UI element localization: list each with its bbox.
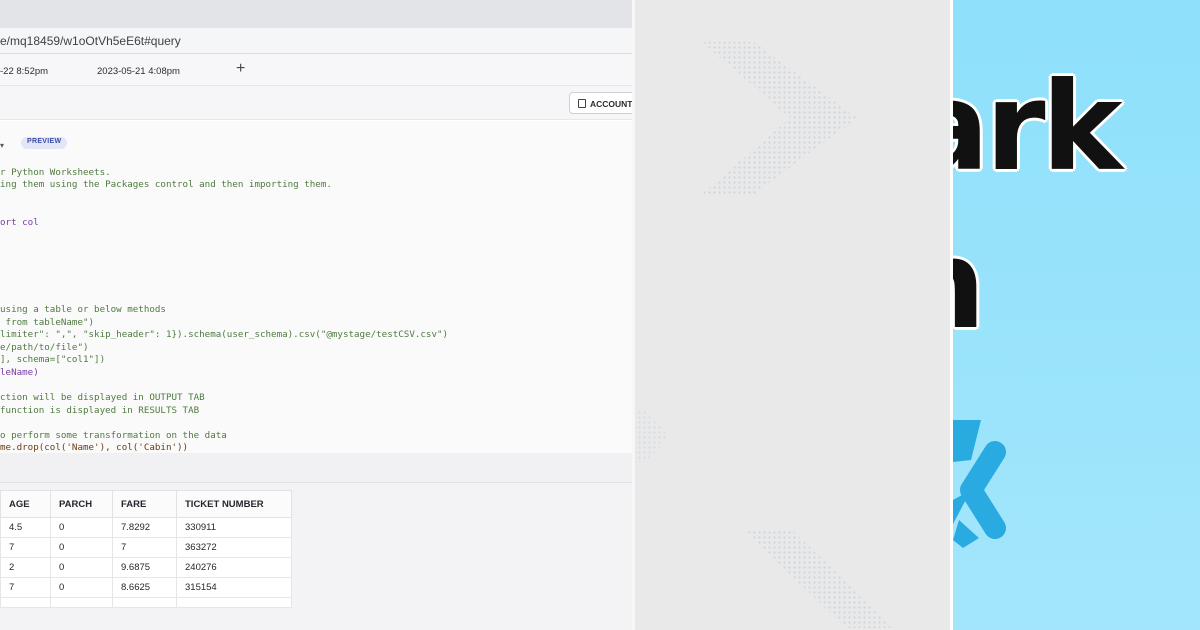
table-cell: 4.5 [0, 517, 51, 538]
table-cell: 0 [50, 577, 113, 598]
table-cell: 0 [50, 557, 113, 578]
table-cell: 7.8292 [112, 517, 177, 538]
table-cell: 7 [112, 537, 177, 558]
table-cell: 7 [0, 537, 51, 558]
table-cell: 240276 [176, 557, 292, 578]
column-header[interactable]: TICKET NUMBER [176, 490, 292, 518]
code-line: limiter": ",", "skip_header": 1}).schema… [0, 329, 449, 340]
table-cell: 315154 [176, 577, 292, 598]
account-icon [578, 99, 586, 108]
title-panel: ark n [950, 0, 1200, 630]
chevron-down-icon[interactable]: ▾ [0, 141, 4, 150]
code-line: e/path/to/file") [0, 342, 89, 353]
dotted-edge-shape [632, 410, 670, 462]
table-cell: 0 [50, 537, 113, 558]
code-line: ], schema=["col1"]) [0, 354, 106, 365]
code-line: function is displayed in RESULTS TAB [0, 405, 200, 416]
code-line: r Python Worksheets. [0, 167, 111, 178]
panel-divider [632, 0, 635, 630]
table-cell: 7 [0, 577, 51, 598]
table-cell [0, 597, 51, 608]
code-line: ing them using the Packages control and … [0, 179, 332, 190]
address-url[interactable]: e/mq18459/w1oOtVh5eE6t#query [0, 34, 181, 48]
decorative-panel [632, 0, 950, 630]
decorative-pattern [632, 42, 894, 628]
table-row[interactable]: 4.5 0 7.8292 330911 [0, 517, 292, 538]
table-cell: 2 [0, 557, 51, 578]
code-line: o perform some transformation on the dat… [0, 430, 227, 441]
table-cell [176, 597, 292, 608]
code-line: ort col [0, 217, 39, 228]
account-button[interactable]: ACCOUNT [569, 92, 632, 114]
worksheet-tabs: -22 8:52pm 2023-05-21 4:08pm + [0, 54, 632, 86]
table-cell: 363272 [176, 537, 292, 558]
dotted-chevron-shape [702, 42, 857, 194]
table-header-row: AGE PARCH FARE TICKET NUMBER [0, 490, 292, 518]
column-header[interactable]: AGE [0, 490, 51, 518]
preview-badge: PREVIEW [21, 137, 68, 149]
table-row[interactable] [0, 597, 292, 608]
code-line: from tableName") [0, 317, 95, 328]
table-cell [50, 597, 113, 608]
browser-tab-strip [0, 0, 632, 28]
tab-worksheet-1[interactable]: -22 8:52pm [0, 66, 48, 77]
table-row[interactable]: 7 0 8.6625 315154 [0, 577, 292, 598]
worksheet-toolbar: ACCOUNT [0, 86, 632, 120]
table-cell [112, 597, 177, 608]
column-header[interactable]: PARCH [50, 490, 113, 518]
column-header[interactable]: FARE [112, 490, 177, 518]
table-cell: 330911 [176, 517, 292, 538]
add-tab-icon[interactable]: + [236, 60, 245, 78]
address-bar[interactable]: e/mq18459/w1oOtVh5eE6t#query [0, 28, 632, 54]
table-cell: 0 [50, 517, 113, 538]
dotted-lozenge-shape [744, 530, 894, 628]
results-tab-strip [0, 453, 632, 483]
results-table: AGE PARCH FARE TICKET NUMBER 4.5 0 7.829… [0, 490, 292, 608]
code-line: me.drop(col('Name'), col('Cabin')) [0, 442, 189, 453]
table-cell: 8.6625 [112, 577, 177, 598]
code-line: ction will be displayed in OUTPUT TAB [0, 392, 205, 403]
results-panel: AGE PARCH FARE TICKET NUMBER 4.5 0 7.829… [0, 453, 632, 630]
table-row[interactable]: 7 0 7 363272 [0, 537, 292, 558]
code-line: using a table or below methods [0, 304, 166, 315]
code-editor[interactable]: ▾ PREVIEW r Python Worksheets. ing them … [0, 121, 632, 453]
table-row[interactable]: 2 0 9.6875 240276 [0, 557, 292, 578]
tab-worksheet-2[interactable]: 2023-05-21 4:08pm [97, 66, 180, 77]
account-button-label: ACCOUNT [590, 99, 632, 109]
code-line: leName) [0, 367, 39, 378]
brand-logo-icon [953, 420, 1006, 548]
worksheet-screenshot: e/mq18459/w1oOtVh5eE6t#query -22 8:52pm … [0, 0, 632, 630]
table-cell: 9.6875 [112, 557, 177, 578]
